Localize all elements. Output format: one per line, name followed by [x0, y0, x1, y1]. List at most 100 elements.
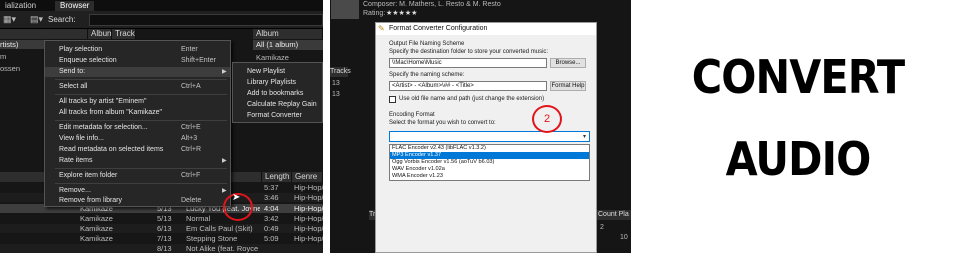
step-marker: 2: [532, 105, 562, 133]
menu-item-remove-from-library[interactable]: Remove from library Delete: [45, 196, 230, 206]
menu-item-remove[interactable]: Remove... ▶: [45, 186, 230, 196]
mouse-cursor-icon: ➤: [232, 192, 241, 203]
submenu-item-library-playlists[interactable]: Library Playlists: [233, 77, 323, 88]
search-input[interactable]: [89, 14, 323, 26]
track-title: Em Calls Paul (Skit): [186, 224, 253, 233]
submenu-item-calculate-replay-gain[interactable]: Calculate Replay Gain: [233, 99, 323, 110]
menu-item-view-file-info[interactable]: View file info... Alt+3: [45, 134, 230, 144]
encoder-option-mp3[interactable]: MP3 Encoder v1.37: [390, 152, 589, 159]
track-length: 3:42: [264, 214, 279, 223]
artist-list-item[interactable]: ossen: [0, 64, 20, 73]
table-row[interactable]: Kamikaze 5/13 Normal 3:42 Hip-Hop/: [0, 214, 323, 223]
tab-visualization[interactable]: ialization: [0, 1, 41, 11]
track-title: Not Alike (feat. Royce: [186, 244, 259, 253]
menu-item-edit-metadata[interactable]: Edit metadata for selection... Ctrl+E: [45, 123, 230, 133]
track-genre: Hip-Hop/: [294, 193, 323, 202]
track-album: Kamikaze: [80, 214, 113, 223]
grid-view-icon[interactable]: ▦▾: [3, 14, 17, 25]
menu-separator: [55, 79, 227, 80]
track-genre: Hip-Hop/: [294, 224, 323, 233]
album-column-header[interactable]: Album: [88, 29, 112, 39]
naming-scheme-input[interactable]: <Artist> - <Album>\## - <Title>: [389, 81, 547, 91]
track-length: 5:09: [264, 234, 279, 243]
track-genre: Hip-Hop/: [294, 234, 323, 243]
send-to-submenu: New Playlist Library Playlists Add to bo…: [232, 62, 323, 123]
track-number: 5/13: [157, 214, 172, 223]
album-list-item[interactable]: Kamikaze: [256, 53, 289, 62]
browse-button[interactable]: Browse...: [550, 58, 586, 68]
rating-label: Rating:: [363, 10, 386, 17]
menu-separator: [55, 120, 227, 121]
context-menu: Play selection Enter Enqueue selection Shi…: [44, 40, 231, 207]
artist-column-header[interactable]: [0, 29, 88, 39]
use-old-filename-checkbox[interactable]: [389, 96, 396, 103]
play-count: 2: [600, 224, 604, 231]
list-view-icon[interactable]: ▤▾: [30, 14, 44, 25]
encoder-option-wav[interactable]: WAV Encoder v1.02a: [390, 166, 589, 173]
media-player-panel: ialization Browser ▦▾ ▤▾ Search: Album T…: [0, 0, 323, 253]
search-label: Search:: [48, 15, 76, 24]
encoder-option-flac[interactable]: FLAC Encoder v2.43 (libFLAC v1.3.2): [390, 145, 589, 152]
submenu-item-add-to-bookmarks[interactable]: Add to bookmarks: [233, 88, 323, 99]
menu-item-all-tracks-by-artist[interactable]: All tracks by artist "Eminem": [45, 97, 230, 107]
album-panel-header[interactable]: Album: [253, 29, 323, 39]
format-help-button[interactable]: Format Help: [550, 81, 586, 91]
tracks-column-header[interactable]: Tracks: [112, 29, 136, 39]
tracks-column-header[interactable]: Tracks: [330, 67, 351, 77]
format-converter-dialog: Format Converter Configuration ✎ Output …: [375, 22, 597, 253]
submenu-arrow-icon: ▶: [222, 188, 227, 194]
length-column-header[interactable]: Length: [262, 172, 292, 182]
track-length: 4:04: [264, 204, 279, 213]
chevron-down-icon: ▾: [582, 134, 586, 140]
track-number: 8/13: [157, 244, 172, 253]
toolbar: ▦▾ ▤▾ Search:: [0, 11, 323, 29]
submenu-item-format-converter[interactable]: Format Converter: [233, 110, 323, 121]
artist-list-item[interactable]: m: [0, 52, 6, 61]
composer-text: Composer: M. Mathers, L. Resto & M. Rest…: [363, 1, 501, 8]
rating-stars[interactable]: ★★★★★: [386, 9, 417, 17]
section-naming-heading: Output File Naming Scheme: [389, 41, 465, 47]
track-album: Kamikaze: [80, 224, 113, 233]
track-length: 5:37: [264, 183, 279, 192]
track-genre: Hip-Hop/: [294, 214, 323, 223]
use-old-filename-label: Use old file name and path (just change …: [399, 96, 545, 102]
submenu-item-new-playlist[interactable]: New Playlist: [233, 66, 323, 77]
menu-item-explore-folder[interactable]: Explore item folder Ctrl+F: [45, 171, 230, 181]
encoder-dropdown-list: FLAC Encoder v2.43 (libFLAC v1.3.2) MP3 …: [389, 144, 590, 181]
genre-column-header[interactable]: Genre: [292, 172, 323, 182]
headline-line2: AUDIO: [725, 132, 872, 186]
menu-item-read-metadata[interactable]: Read metadata on selected items Ctrl+R: [45, 145, 230, 155]
menu-separator: [55, 183, 227, 184]
naming-scheme-label: Specify the naming scheme:: [389, 72, 465, 78]
menu-item-rate-items[interactable]: Rate items ▶: [45, 156, 230, 166]
tab-browser[interactable]: Browser: [55, 1, 95, 11]
track-title: Normal: [186, 214, 211, 223]
encoder-option-wma[interactable]: WMA Encoder v1.23: [390, 173, 589, 180]
section-encoding-heading: Encoding Format: [389, 112, 435, 118]
submenu-arrow-icon: ▶: [222, 69, 227, 75]
format-select-label: Select the format you wish to convert to…: [389, 120, 496, 126]
menu-item-send-to[interactable]: Send to: ▶: [45, 67, 230, 77]
track-count: 13: [332, 91, 340, 98]
track-genre: Hip-Hop/: [294, 204, 323, 213]
menu-item-enqueue-selection[interactable]: Enqueue selection Shift+Enter: [45, 56, 230, 66]
track-album: Kamikaze: [80, 234, 113, 243]
destination-label: Specify the destination folder to store …: [389, 49, 549, 55]
track-number: 7/13: [157, 234, 172, 243]
album-list-item[interactable]: All (1 album): [253, 40, 323, 50]
destination-folder-input[interactable]: \\Mac\Home\Music: [389, 58, 547, 68]
encoder-option-ogg[interactable]: Ogg Vorbis Encoder v1.56 (aoTuV b6.03): [390, 159, 589, 166]
play-count: 10: [620, 234, 628, 241]
table-row[interactable]: Kamikaze 6/13 Em Calls Paul (Skit) 0:49 …: [0, 224, 323, 233]
table-row[interactable]: 8/13 Not Alike (feat. Royce: [0, 244, 323, 253]
menu-item-select-all[interactable]: Select all Ctrl+A: [45, 82, 230, 92]
menu-item-play-selection[interactable]: Play selection Enter: [45, 45, 230, 55]
encoder-dropdown[interactable]: ▾: [389, 131, 590, 142]
count-column-header[interactable]: Count Pla: [597, 210, 631, 220]
track-genre: Hip-Hop/: [294, 183, 323, 192]
tab-bar: ialization Browser: [0, 0, 323, 11]
artist-list-item[interactable]: rtists): [0, 40, 44, 49]
table-row[interactable]: Kamikaze 7/13 Stepping Stone 5:09 Hip-Ho…: [0, 234, 323, 243]
headline-line1: CONVERT: [691, 50, 905, 104]
menu-item-all-tracks-from-album[interactable]: All tracks from album "Kamikaze": [45, 108, 230, 118]
